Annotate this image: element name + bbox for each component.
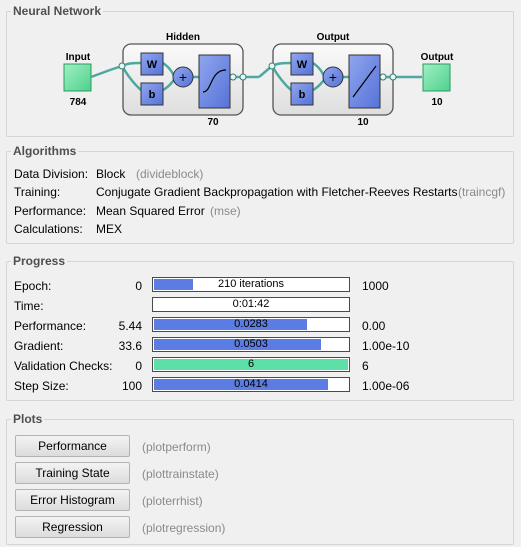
algo-code: (traincgf) <box>458 185 506 199</box>
junction-dot <box>379 73 387 81</box>
plus-icon: + <box>179 69 187 85</box>
algo-value: MEX <box>96 222 123 236</box>
algo-value: Mean Squared Error <box>96 204 205 218</box>
algo-code: (mse) <box>210 204 241 218</box>
algo-label: Performance: <box>14 204 87 218</box>
progress-start-value: 0 <box>135 359 142 373</box>
output-node <box>422 63 451 92</box>
output-layer-label: Output <box>317 32 350 43</box>
junction-dot <box>229 73 237 81</box>
bias-symbol: b <box>149 89 156 101</box>
output-size: 10 <box>431 97 443 108</box>
bar-text: 0.0414 <box>234 378 268 390</box>
gradient-progress-bar: 0.0503 <box>152 337 350 352</box>
progress-label-time: Time: <box>14 299 44 313</box>
network-diagram: Input 784 Hidden 70 Output 10 Output 10 <box>63 32 454 128</box>
time-progress-bar: 0:01:42 <box>152 297 350 312</box>
progress-label-performance: Performance: <box>14 319 87 333</box>
error-histogram-plot-button[interactable]: Error Histogram <box>15 489 130 511</box>
hidden-size: 70 <box>207 117 219 128</box>
plot-function-name: (plottrainstate) <box>142 467 219 481</box>
junction-dot <box>239 73 247 81</box>
regression-plot-button[interactable]: Regression <box>15 516 130 538</box>
progress-start-value: 0 <box>135 279 142 293</box>
hidden-label: Hidden <box>166 32 200 43</box>
bar-text: 6 <box>247 358 255 370</box>
validation-checks-progress-bar: 6 <box>152 357 350 372</box>
junction-dot <box>268 62 276 70</box>
progress-label-gradient: Gradient: <box>14 339 64 353</box>
bar-text: 210 iterations <box>217 278 285 290</box>
output-label: Output <box>421 52 454 63</box>
progress-end-value: 1.00e-06 <box>362 379 410 393</box>
algo-label: Data Division: <box>14 167 89 181</box>
panel-title: Progress <box>11 253 68 269</box>
progress-label-epoch: Epoch: <box>14 279 52 293</box>
algo-label: Training: <box>14 185 61 199</box>
performance-progress-bar: 0.0283 <box>152 317 350 332</box>
epoch-progress-bar: 210 iterations <box>152 277 350 292</box>
panel-title: Plots <box>11 411 45 427</box>
bar-text: 0.0503 <box>234 338 268 350</box>
input-node <box>63 63 92 92</box>
progress-end-value: 0.00 <box>362 319 386 333</box>
input-size: 784 <box>70 97 87 108</box>
bias-symbol: b <box>299 89 306 101</box>
progress-start-value: 5.44 <box>118 319 142 333</box>
weight-symbol: W <box>147 59 158 71</box>
progress-start-value: 33.6 <box>118 339 142 353</box>
plot-function-name: (plotregression) <box>142 521 226 535</box>
progress-end-value: 1.00e-10 <box>362 339 410 353</box>
progress-label-step-size: Step Size: <box>14 379 69 393</box>
progress-end-value: 1000 <box>362 279 389 293</box>
plus-icon: + <box>329 69 337 85</box>
output-layer-size: 10 <box>357 117 369 128</box>
algo-value: Block <box>96 167 126 181</box>
algo-code: (divideblock) <box>136 167 204 181</box>
panel-title: Algorithms <box>11 143 79 159</box>
step-size-progress-bar: 0.0414 <box>152 377 350 392</box>
weight-symbol: W <box>297 59 308 71</box>
bar-text: 0.0283 <box>234 318 268 330</box>
algo-label: Calculations: <box>14 222 83 236</box>
junction-dot <box>118 62 126 70</box>
plot-function-name: (plotperform) <box>142 440 211 454</box>
performance-plot-button[interactable]: Performance <box>15 435 130 457</box>
junction-dot <box>389 73 397 81</box>
hidden-transfer-block <box>198 54 231 109</box>
training-state-plot-button[interactable]: Training State <box>15 462 130 484</box>
progress-end-value: 6 <box>362 359 369 373</box>
algo-value: Conjugate Gradient Backpropagation with … <box>96 185 458 199</box>
bar-text: 0:01:42 <box>232 298 270 310</box>
plot-function-name: (ploterrhist) <box>142 494 203 508</box>
progress-start-value: 100 <box>121 379 142 393</box>
input-label: Input <box>66 52 91 63</box>
